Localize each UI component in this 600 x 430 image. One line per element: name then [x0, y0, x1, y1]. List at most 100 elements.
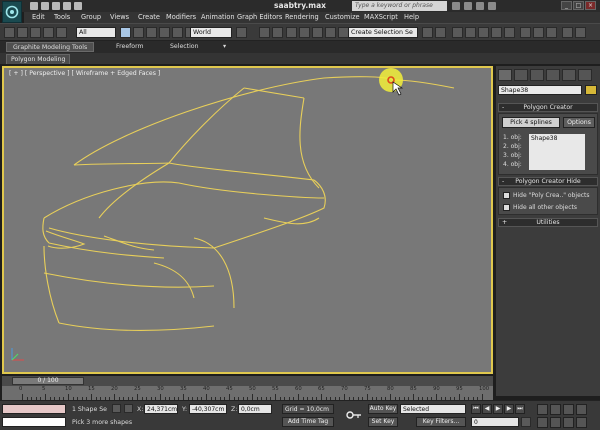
- time-slider[interactable]: 0 / 100: [12, 377, 84, 385]
- undo-button[interactable]: [4, 27, 15, 38]
- window-crossing-button[interactable]: [159, 27, 170, 38]
- minimize-button[interactable]: _: [561, 1, 572, 10]
- next-frame-button[interactable]: ▶: [504, 404, 514, 414]
- snaps-toggle-button[interactable]: [286, 27, 297, 38]
- percent-snap-button[interactable]: [312, 27, 323, 38]
- field-of-view-icon[interactable]: [537, 417, 548, 428]
- material-editor-button[interactable]: [504, 27, 515, 38]
- menu-group[interactable]: Group: [81, 13, 101, 21]
- key-mode-dropdown[interactable]: Selected: [400, 404, 466, 414]
- maxscript-listener-mini[interactable]: [2, 404, 66, 414]
- tab-display-icon[interactable]: [562, 69, 576, 81]
- rollout-polygon-creator[interactable]: - Polygon Creator: [498, 103, 598, 112]
- hide-all-other-checkbox[interactable]: [503, 204, 510, 211]
- picked-objects-list[interactable]: Shape38: [529, 134, 585, 170]
- select-manipulate-button[interactable]: [259, 27, 270, 38]
- mirror-button[interactable]: [422, 27, 433, 38]
- orbit-icon[interactable]: [563, 417, 574, 428]
- tab-create-icon[interactable]: [498, 69, 512, 81]
- zoom-extents-all-icon[interactable]: [576, 404, 587, 415]
- menu-animation[interactable]: Animation: [201, 13, 235, 21]
- z-coord-field[interactable]: 0,0cm: [238, 404, 272, 414]
- app-logo[interactable]: [2, 1, 22, 23]
- open-file-icon[interactable]: [41, 2, 49, 10]
- y-coord-field[interactable]: -40,307cm: [189, 404, 227, 414]
- tab-graphite-modeling-tools[interactable]: Graphite Modeling Tools: [6, 42, 95, 52]
- render-setup-button[interactable]: [520, 27, 531, 38]
- bind-spacewarp-button[interactable]: [56, 27, 67, 38]
- select-by-name-button[interactable]: [133, 27, 144, 38]
- object-color-swatch[interactable]: [585, 85, 597, 95]
- zoom-icon[interactable]: [537, 404, 548, 415]
- perspective-viewport[interactable]: [ + ] [ Perspective ] [ Wireframe + Edge…: [2, 66, 493, 374]
- menu-edit[interactable]: Edit: [32, 13, 45, 21]
- schematic-view-button[interactable]: [491, 27, 502, 38]
- unlink-button[interactable]: [43, 27, 54, 38]
- menu-customize[interactable]: Customize: [325, 13, 360, 21]
- selection-region-button[interactable]: [146, 27, 157, 38]
- tab-utilities-icon[interactable]: [578, 69, 592, 81]
- key-filters-button[interactable]: Key Filters...: [416, 417, 466, 427]
- tab-selection[interactable]: Selection: [164, 42, 205, 52]
- redo-icon[interactable]: [74, 2, 82, 10]
- menu-help[interactable]: Help: [404, 13, 419, 21]
- undo-icon[interactable]: [63, 2, 71, 10]
- rollout-polygon-creator-hide[interactable]: - Polygon Creator Hide: [498, 177, 598, 186]
- set-key-button[interactable]: Set Key: [368, 417, 398, 427]
- search-icon[interactable]: [452, 2, 460, 10]
- goto-start-button[interactable]: ⏮: [471, 404, 481, 414]
- pick-splines-button[interactable]: Pick 4 splines: [502, 117, 560, 128]
- menu-modifiers[interactable]: Modifiers: [166, 13, 196, 21]
- help-search-input[interactable]: Type a keyword or phrase: [352, 1, 447, 11]
- angle-snap-button[interactable]: [299, 27, 310, 38]
- redo-button[interactable]: [17, 27, 28, 38]
- goto-end-button[interactable]: ⏭: [515, 404, 525, 414]
- maximize-viewport-icon[interactable]: [576, 417, 587, 428]
- menu-create[interactable]: Create: [138, 13, 160, 21]
- ribbon-minimize-button[interactable]: ▾: [220, 42, 229, 52]
- spinner-snap-button[interactable]: [325, 27, 336, 38]
- pan-icon[interactable]: [550, 417, 561, 428]
- close-button[interactable]: ×: [585, 1, 596, 10]
- save-file-icon[interactable]: [52, 2, 60, 10]
- maximize-button[interactable]: □: [573, 1, 584, 10]
- x-coord-field[interactable]: 24,371cm: [144, 404, 178, 414]
- tab-hierarchy-icon[interactable]: [530, 69, 544, 81]
- render-production-button[interactable]: [546, 27, 557, 38]
- play-button[interactable]: ▶: [493, 404, 503, 414]
- menu-graph-editors[interactable]: Graph Editors: [237, 13, 282, 21]
- selection-lock-icon[interactable]: [112, 404, 121, 413]
- menu-tools[interactable]: Tools: [54, 13, 70, 21]
- info-center-icon[interactable]: [464, 2, 472, 10]
- add-time-tag-button[interactable]: Add Time Tag: [282, 417, 334, 427]
- hide-poly-crea-checkbox[interactable]: [503, 192, 510, 199]
- select-link-button[interactable]: [30, 27, 41, 38]
- rollout-utilities[interactable]: + Utilities: [498, 218, 598, 227]
- object-name-field[interactable]: Shape38: [498, 85, 582, 95]
- prev-frame-button[interactable]: ◀: [482, 404, 492, 414]
- named-selection-set-dropdown[interactable]: Create Selection Se: [348, 27, 418, 38]
- new-file-icon[interactable]: [30, 2, 38, 10]
- render-active-button[interactable]: [575, 27, 586, 38]
- selection-filter-dropdown[interactable]: All: [76, 27, 116, 38]
- tab-modify-icon[interactable]: [514, 69, 528, 81]
- rendered-frame-window-button[interactable]: [533, 27, 544, 38]
- key-icon[interactable]: [346, 410, 362, 420]
- move-button[interactable]: [172, 27, 183, 38]
- help-icon[interactable]: [488, 2, 496, 10]
- zoom-extents-icon[interactable]: [563, 404, 574, 415]
- reference-coord-dropdown[interactable]: World: [190, 27, 232, 38]
- curve-editor-button[interactable]: [478, 27, 489, 38]
- time-config-icon[interactable]: [521, 417, 531, 427]
- zoom-all-icon[interactable]: [550, 404, 561, 415]
- track-bar[interactable]: 0 5 10 15 20 25 30 35 40 45 50 55 60 65 70 75 80 85 90 95 10…: [2, 386, 493, 400]
- layer-manager-button[interactable]: [452, 27, 463, 38]
- pivot-center-button[interactable]: [236, 27, 247, 38]
- menu-views[interactable]: Views: [110, 13, 129, 21]
- keyboard-shortcut-button[interactable]: [272, 27, 283, 38]
- select-object-button[interactable]: [120, 27, 131, 38]
- align-button[interactable]: [435, 27, 446, 38]
- graphite-toggle-button[interactable]: [465, 27, 476, 38]
- absolute-mode-icon[interactable]: [124, 404, 133, 413]
- render-iterative-button[interactable]: [562, 27, 573, 38]
